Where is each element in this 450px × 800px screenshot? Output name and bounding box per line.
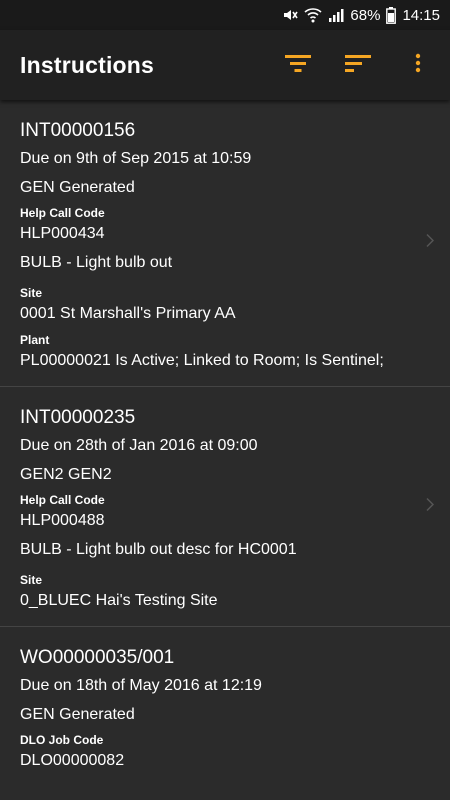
status-time: 14:15	[402, 6, 440, 24]
due-date: Due on 28th of Jan 2016 at 09:00	[20, 437, 258, 454]
list-item[interactable]: INT00000235 Due on 28th of Jan 2016 at 0…	[0, 387, 450, 627]
wifi-icon	[304, 7, 322, 23]
plant-value: PL00000021 Is Active; Linked to Room; Is…	[20, 352, 384, 369]
list-item[interactable]: INT00000156 Due on 9th of Sep 2015 at 10…	[0, 100, 450, 387]
due-date: Due on 18th of May 2016 at 12:19	[20, 677, 262, 694]
filter-button[interactable]	[274, 41, 322, 89]
instruction-type: GEN Generated	[20, 179, 135, 196]
site-value: 0_BLUEC Hai's Testing Site	[20, 592, 218, 609]
site-label: Site	[20, 573, 43, 587]
help-call-code-label: Help Call Code	[20, 493, 105, 507]
instruction-id: WO00000035/001	[20, 647, 175, 668]
help-call-code-value: HLP000434	[20, 225, 105, 242]
filter-icon	[285, 53, 311, 78]
help-call-description: BULB - Light bulb out desc for HC0001	[20, 541, 297, 558]
status-bar: 68% 14:15	[0, 0, 450, 30]
dlo-job-code-label: DLO Job Code	[20, 733, 104, 747]
more-vert-icon	[415, 53, 421, 78]
instruction-type: GEN2 GEN2	[20, 466, 112, 483]
due-date: Due on 9th of Sep 2015 at 10:59	[20, 150, 252, 167]
sort-button[interactable]	[334, 41, 382, 89]
help-call-description: BULB - Light bulb out	[20, 254, 173, 271]
sort-icon	[345, 53, 371, 78]
site-label: Site	[20, 286, 43, 300]
instruction-type: GEN Generated	[20, 706, 135, 723]
page-title: Instructions	[20, 51, 155, 78]
chevron-right-icon	[426, 233, 435, 253]
app-bar-actions	[274, 41, 442, 89]
mute-icon	[282, 7, 299, 23]
more-options-button[interactable]	[394, 41, 442, 89]
plant-label: Plant	[20, 333, 50, 347]
dlo-job-code-value: DLO00000082	[20, 752, 125, 769]
app-bar: Instructions	[0, 30, 450, 100]
chevron-right-icon	[426, 497, 435, 516]
help-call-code-label: Help Call Code	[20, 206, 105, 220]
instruction-list[interactable]: INT00000156 Due on 9th of Sep 2015 at 10…	[0, 100, 450, 800]
site-value: 0001 St Marshall's Primary AA	[20, 305, 236, 322]
signal-icon	[328, 7, 344, 23]
instruction-id: INT00000235	[20, 407, 136, 428]
help-call-code-value: HLP000488	[20, 512, 105, 529]
instruction-id: INT00000156	[20, 120, 136, 141]
battery-percent: 68%	[350, 6, 381, 24]
list-item[interactable]: WO00000035/001 Due on 18th of May 2016 a…	[0, 627, 450, 786]
battery-icon	[386, 6, 397, 24]
